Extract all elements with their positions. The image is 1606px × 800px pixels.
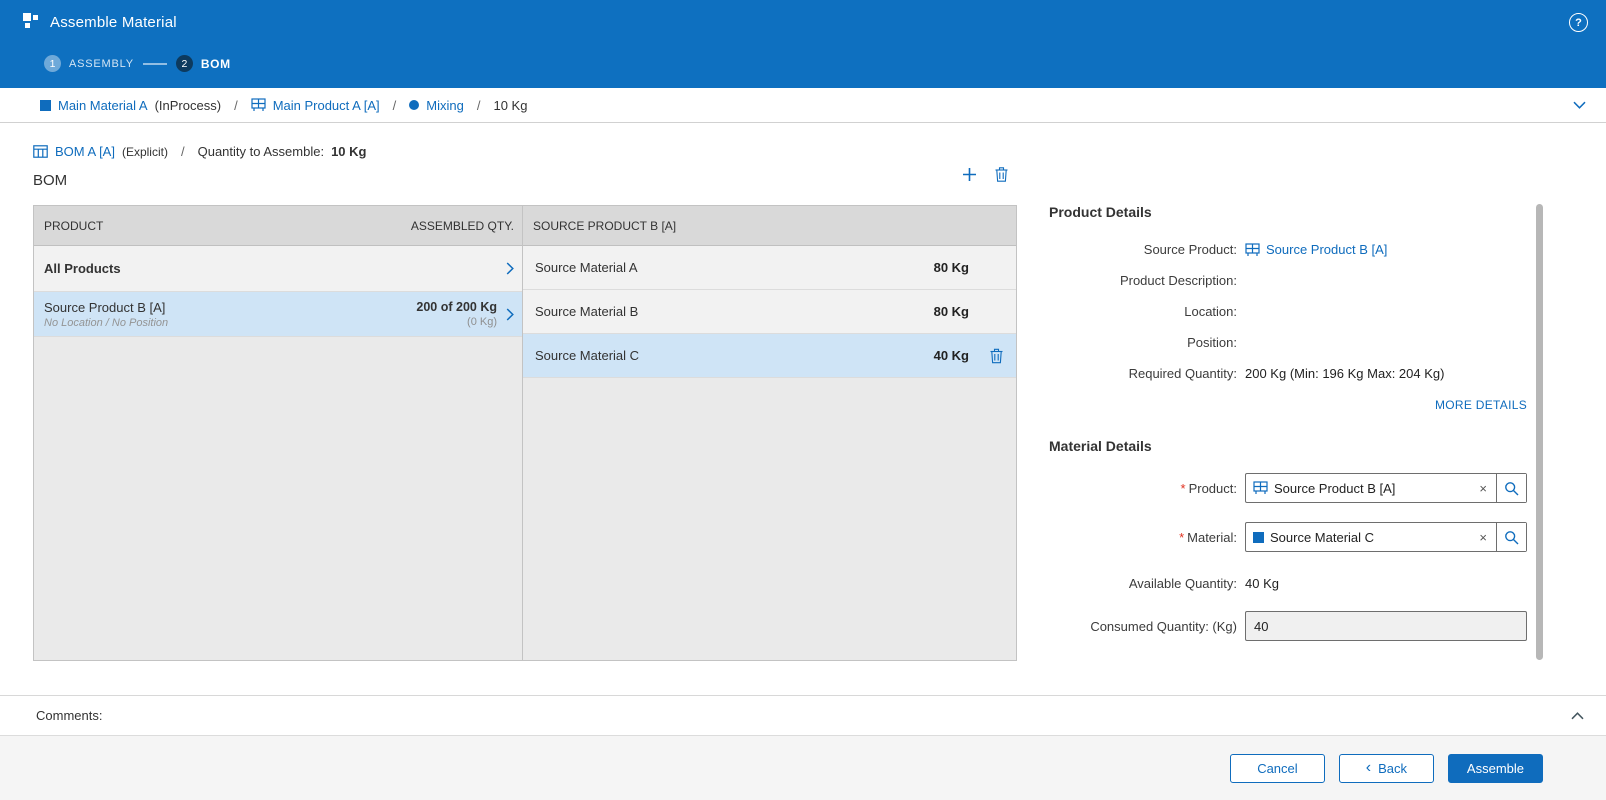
assemble-button[interactable]: Assemble [1448,754,1543,783]
context-breadcrumb: Main Material A (InProcess) / Main Produ… [0,88,1606,123]
product-row-selected[interactable]: Source Product B [A] No Location / No Po… [34,292,522,337]
detail-row: Required Quantity: 200 Kg (Min: 196 Kg M… [1049,358,1527,389]
delete-row-icon[interactable] [990,348,1003,363]
assemble-qty-label: Quantity to Assemble: [198,144,324,159]
bom-link[interactable]: BOM A [A] [55,144,115,159]
products-empty-area [34,337,522,660]
clear-icon[interactable]: × [1470,481,1496,496]
material-row[interactable]: Source Material B 80 Kg [523,290,1016,334]
required-asterisk: * [1181,481,1186,496]
assemble-qty-value: 10 Kg [331,144,366,159]
operation-icon [409,100,419,110]
product-selector[interactable]: Source Product B [A] × [1245,473,1527,503]
assemble-material-window: Assemble Material ? 1 ASSEMBLY 2 BOM Mai… [0,0,1606,800]
product-details-title: Product Details [1049,204,1527,220]
product-row-subtitle: No Location / No Position [44,317,168,329]
step-assembly[interactable]: 1 ASSEMBLY [44,55,134,72]
step-bom[interactable]: 2 BOM [176,55,231,72]
material-selector[interactable]: Source Material C × [1245,522,1527,552]
product-row-title: Source Product B [A] [44,300,168,315]
material-icon [1253,532,1264,543]
cancel-button[interactable]: Cancel [1230,754,1325,783]
col-assembled-qty: ASSEMBLED QTY. [411,219,514,233]
bom-table: PRODUCT ASSEMBLED QTY. All Products Sour… [33,205,1017,661]
more-details-link[interactable]: MORE DETAILS [1435,398,1527,412]
products-pane: PRODUCT ASSEMBLED QTY. All Products Sour… [34,206,522,660]
product-row-qty: 200 of 200 Kg [416,300,497,314]
comments-label: Comments: [36,708,102,723]
available-qty-row: Available Quantity: 40 Kg [1049,571,1527,595]
material-row-selected[interactable]: Source Material C 40 Kg [523,334,1016,378]
product-field-row: *Product: Source Product B [A] × [1049,473,1527,503]
comments-section: Comments: [0,695,1606,735]
chevron-right-icon [506,262,514,275]
step-2-label: BOM [201,57,231,71]
search-icon[interactable] [1496,474,1526,502]
vertical-scrollbar[interactable] [1536,204,1543,660]
required-qty-value: 200 Kg (Min: 196 Kg Max: 204 Kg) [1245,366,1444,381]
materials-empty-area [523,378,1016,660]
page-title: Assemble Material [50,14,177,31]
detail-row: Source Product: Source Product B [A] [1049,234,1527,265]
col-source-product: SOURCE PRODUCT B [A] [533,219,676,233]
step-1-circle: 1 [44,55,61,72]
breadcrumb-product-link[interactable]: Main Product A [A] [273,98,380,113]
consumed-qty-row: Consumed Quantity: (Kg) [1049,611,1527,641]
breadcrumb-separator: / [234,98,238,113]
detail-row: Position: [1049,327,1527,358]
app-header: Assemble Material ? 1 ASSEMBLY 2 BOM [0,0,1606,88]
product-icon [1245,243,1260,257]
details-panel: Product Details Source Product: Source P… [1049,204,1527,660]
material-details-title: Material Details [1049,438,1527,454]
material-selector-value: Source Material C [1270,530,1470,545]
col-product: PRODUCT [44,219,103,233]
help-icon[interactable]: ? [1569,13,1588,32]
wizard-steps: 1 ASSEMBLY 2 BOM [44,55,231,72]
add-row-icon[interactable] [962,167,977,182]
breadcrumb-separator: / [393,98,397,113]
step-2-circle: 2 [176,55,193,72]
footer-bar: Cancel ‹ Back Assemble [0,735,1606,800]
materials-pane: SOURCE PRODUCT B [A] Source Material A 8… [522,206,1016,660]
chevron-down-icon[interactable] [1573,101,1586,109]
breadcrumb-separator: / [181,144,185,159]
consumed-quantity-input[interactable] [1245,611,1527,641]
breadcrumb-material-link[interactable]: Main Material A [58,98,148,113]
delete-icon[interactable] [995,167,1008,182]
material-row[interactable]: Source Material A 80 Kg [523,246,1016,290]
back-button[interactable]: ‹ Back [1339,754,1434,783]
app-icon [22,12,39,32]
clear-icon[interactable]: × [1470,530,1496,545]
chevron-up-icon[interactable] [1571,712,1584,720]
material-status: (InProcess) [155,98,221,113]
step-1-label: ASSEMBLY [69,58,134,70]
products-header: PRODUCT ASSEMBLED QTY. [34,206,522,246]
required-asterisk: * [1179,530,1184,545]
source-product-link[interactable]: Source Product B [A] [1266,242,1387,257]
product-icon [251,98,266,112]
available-qty-value: 40 Kg [1245,576,1279,591]
breadcrumb-separator: / [477,98,481,113]
product-icon [1253,481,1268,495]
step-connector [143,63,167,65]
breadcrumb-quantity: 10 Kg [493,98,527,113]
bom-breadcrumb: BOM A [A] (Explicit) / Quantity to Assem… [33,144,366,159]
detail-row: Product Description: [1049,265,1527,296]
materials-header: SOURCE PRODUCT B [A] [523,206,1016,246]
breadcrumb-operation-link[interactable]: Mixing [426,98,464,113]
bom-toolbar [962,167,1008,182]
product-selector-value: Source Product B [A] [1274,481,1470,496]
material-field-row: *Material: Source Material C × [1049,522,1527,552]
chevron-left-icon: ‹ [1366,760,1371,776]
detail-row: Location: [1049,296,1527,327]
bom-table-icon [33,145,48,158]
all-products-row[interactable]: All Products [34,246,522,292]
bom-type: (Explicit) [122,145,168,159]
chevron-right-icon [506,308,514,321]
bom-section-title: BOM [33,172,67,189]
product-row-qty-sub: (0 Kg) [416,316,497,328]
search-icon[interactable] [1496,523,1526,551]
material-icon [40,100,51,111]
